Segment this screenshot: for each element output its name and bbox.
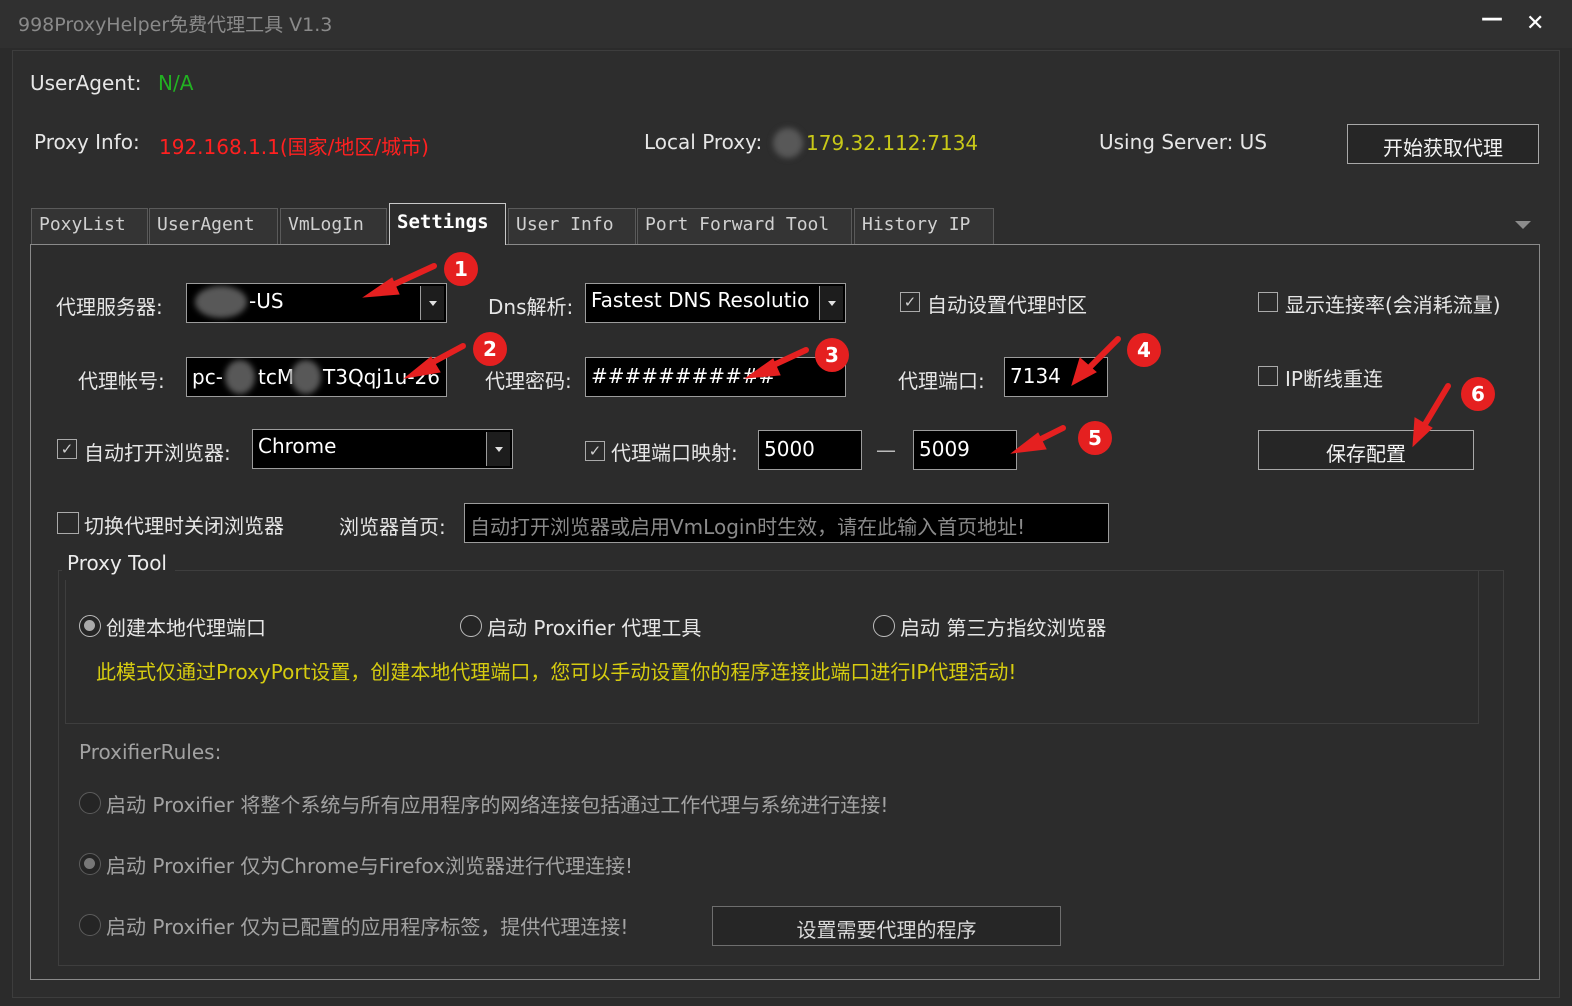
tab-user-info[interactable]: User Info: [508, 208, 636, 244]
server-select-value: -US: [249, 289, 284, 313]
account-label: 代理帐号:: [78, 369, 165, 393]
server-status: Using Server: US: [1099, 130, 1268, 154]
annotation-badge-3: 3: [815, 338, 849, 372]
redacted-mark: [195, 286, 247, 318]
close-button[interactable]: ✕: [1526, 11, 1544, 36]
localproxy-value: 179.32.112:7134: [806, 131, 979, 155]
localproxy-label: Local Proxy:: [644, 130, 763, 154]
proxifier-rules-label: ProxifierRules:: [79, 740, 222, 764]
proxy-mode-group: [65, 570, 1479, 724]
tab-overflow-chevron-icon[interactable]: [1514, 219, 1532, 231]
proxyinfo-label: Proxy Info:: [34, 130, 140, 154]
tab-vmlogin[interactable]: VmLogIn: [280, 208, 387, 244]
account-input[interactable]: pc- tcM T3Qqj1u-26: [186, 357, 447, 397]
port-input[interactable]: 7134: [1004, 357, 1108, 397]
reconnect-label: IP断线重连: [1285, 367, 1383, 391]
auto-timezone-checkbox[interactable]: ✓: [900, 292, 920, 312]
account-value-part: T3Qqj1u-26: [323, 365, 441, 389]
show-rate-label: 显示连接率(会消耗流量): [1285, 293, 1501, 317]
port-label: 代理端口:: [898, 369, 985, 393]
tab-port-forward-tool[interactable]: Port Forward Tool: [637, 208, 852, 244]
rule-whole-system-label: 启动 Proxifier 将整个系统与所有应用程序的网络连接包括通过工作代理与系…: [106, 793, 889, 817]
annotation-badge-6: 6: [1461, 377, 1495, 411]
homepage-input[interactable]: 自动打开浏览器或启用VmLogin时生效，请在此输入首页地址!: [464, 503, 1109, 543]
proxy-tool-legend: Proxy Tool: [62, 550, 175, 580]
window-title: 998ProxyHelper免费代理工具 V1.3: [18, 14, 333, 36]
mode-proxifier-label: 启动 Proxifier 代理工具: [487, 616, 702, 640]
dns-label: Dns解析:: [488, 295, 574, 319]
fetch-proxy-button[interactable]: 开始获取代理: [1347, 124, 1539, 164]
set-programs-button[interactable]: 设置需要代理的程序: [712, 906, 1061, 946]
password-input[interactable]: ###########: [585, 357, 846, 397]
reconnect-checkbox[interactable]: [1258, 366, 1278, 386]
port-range-dash: —: [876, 438, 896, 462]
mode-fingerprint-browser-radio[interactable]: [873, 615, 895, 637]
tab-settings[interactable]: Settings: [389, 203, 506, 245]
rule-whole-system-radio[interactable]: [79, 792, 101, 814]
close-browser-label: 切换代理时关闭浏览器: [84, 514, 284, 538]
server-select[interactable]: -US: [186, 283, 447, 323]
close-browser-checkbox[interactable]: [57, 512, 79, 534]
proxyinfo-value: 192.168.1.1(国家/地区/城市): [159, 135, 429, 159]
port-to-input[interactable]: 5009: [913, 430, 1017, 470]
rule-configured-apps-label: 启动 Proxifier 仅为已配置的应用程序标签，提供代理连接!: [106, 915, 629, 939]
tab-history-ip[interactable]: History IP: [854, 208, 994, 244]
auto-browser-checkbox[interactable]: ✓: [57, 439, 77, 459]
server-label: 代理服务器:: [56, 295, 163, 319]
rule-configured-apps-radio[interactable]: [79, 914, 101, 936]
redacted-mark: [225, 360, 255, 394]
chevron-down-icon: [819, 286, 843, 320]
tab-proxylist[interactable]: PoxyList: [31, 208, 148, 244]
mode-fingerprint-browser-label: 启动 第三方指纹浏览器: [900, 616, 1107, 640]
auto-timezone-label: 自动设置代理时区: [927, 293, 1087, 317]
save-config-button[interactable]: 保存配置: [1258, 430, 1474, 470]
rule-browsers-label: 启动 Proxifier 仅为Chrome与Firefox浏览器进行代理连接!: [106, 854, 634, 878]
tab-useragent[interactable]: UserAgent: [149, 208, 278, 244]
redacted-mark: [291, 360, 321, 394]
annotation-badge-1: 1: [444, 252, 478, 286]
mode-notice: 此模式仅通过ProxyPort设置，创建本地代理端口，您可以手动设置你的程序连接…: [96, 660, 1017, 684]
mode-local-port-label: 创建本地代理端口: [106, 616, 266, 640]
chevron-down-icon: [420, 286, 444, 320]
annotation-badge-5: 5: [1078, 421, 1112, 455]
password-label: 代理密码:: [485, 369, 572, 393]
account-value-part: tcM: [258, 365, 295, 389]
mode-local-port-radio[interactable]: [79, 615, 101, 637]
browser-select[interactable]: Chrome: [252, 429, 513, 469]
homepage-label: 浏览器首页:: [339, 515, 446, 539]
annotation-badge-4: 4: [1127, 333, 1161, 367]
dns-select[interactable]: Fastest DNS Resolutio: [585, 283, 846, 323]
auto-browser-label: 自动打开浏览器:: [84, 441, 231, 465]
annotation-badge-2: 2: [473, 332, 507, 366]
rule-browsers-radio[interactable]: [79, 853, 101, 875]
port-mapping-checkbox[interactable]: ✓: [585, 441, 605, 461]
port-mapping-label: 代理端口映射:: [611, 441, 738, 465]
chevron-down-icon: [486, 432, 510, 466]
mode-proxifier-radio[interactable]: [460, 615, 482, 637]
port-from-input[interactable]: 5000: [758, 430, 862, 470]
account-value-part: pc-: [192, 365, 223, 389]
useragent-value: N/A: [158, 71, 194, 95]
minimize-button[interactable]: —: [1481, 6, 1503, 31]
show-rate-checkbox[interactable]: [1258, 292, 1278, 312]
useragent-label: UserAgent:: [30, 71, 142, 95]
redacted-mark: [773, 128, 803, 158]
dns-select-value: Fastest DNS Resolutio: [591, 288, 810, 312]
browser-select-value: Chrome: [258, 434, 337, 458]
